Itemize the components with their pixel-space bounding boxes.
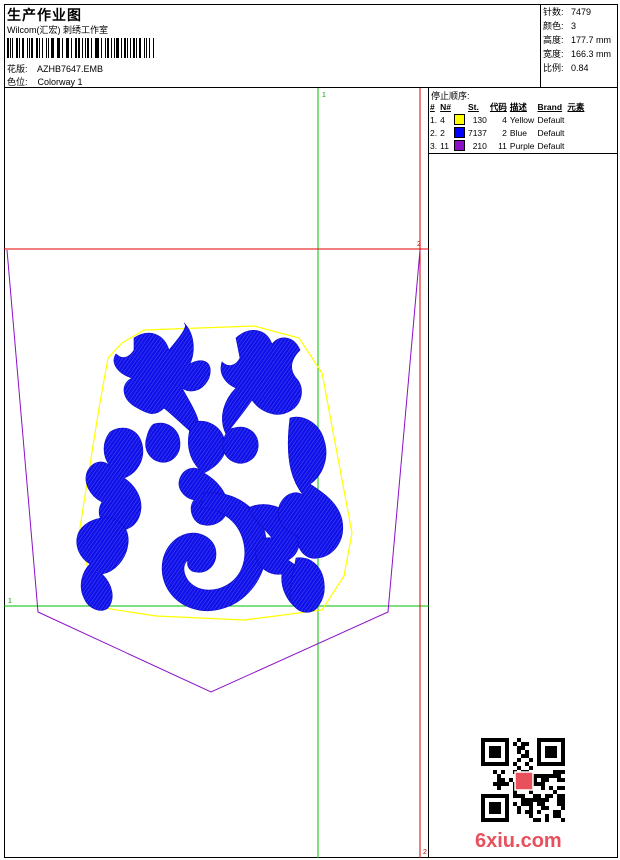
row-index: 1.	[430, 114, 438, 125]
side-panel: 停止顺序: # N# St. 代码 描述 Brand 元素 1. 4 130 4 Yel…	[429, 88, 618, 858]
stop-sequence-header: # N# St. 代码 描述 Brand 元素	[430, 100, 587, 113]
guide-v-label: 1	[322, 92, 326, 99]
row-stitches: 7137	[467, 127, 487, 138]
stop-sequence-box: 停止顺序: # N# St. 代码 描述 Brand 元素 1. 4 130 4 Yel…	[429, 88, 618, 154]
design-canvas[interactable]: 1 1 2 2	[4, 88, 429, 858]
qr-code-icon	[481, 738, 565, 822]
guide-bottom-label: 2	[423, 849, 427, 856]
color-swatch	[453, 139, 468, 152]
stat-colors: 颜色: 3	[543, 21, 577, 31]
col-stitches: St.	[467, 101, 479, 112]
row-needle: 4	[440, 114, 445, 125]
stop-sequence-row: 3. 11 210 11 Purple Default	[430, 139, 587, 152]
stat-scale: 比例: 0.84	[543, 63, 589, 73]
row-stitches: 130	[472, 114, 487, 125]
col-code: 代码	[489, 101, 507, 112]
col-description: 描述	[509, 101, 527, 112]
row-code: 2	[502, 127, 507, 138]
header-panel: 生产作业图 Wilcom(汇宏) 刺绣工作室 花版: AZHB7647.EMB …	[4, 4, 540, 88]
col-needle: N#	[440, 101, 451, 112]
row-index: 3.	[430, 140, 438, 151]
color-swatch	[453, 113, 468, 126]
design-file-row: 花版: AZHB7647.EMB	[7, 62, 103, 75]
site-watermark: 6xiu.com	[475, 830, 562, 852]
design-file-name: AZHB7647.EMB	[37, 64, 104, 74]
design-preview: 1 1 2 2	[4, 88, 429, 858]
row-needle: 2	[440, 127, 445, 138]
colorway-value: Colorway 1	[37, 77, 83, 87]
row-brand: Default	[537, 127, 565, 138]
color-swatch-icon	[453, 127, 465, 139]
col-index: #	[430, 101, 435, 112]
barcode-image	[7, 38, 155, 58]
row-brand: Default	[537, 114, 565, 125]
row-description: Purple	[509, 140, 535, 151]
embroidery-motif	[76, 322, 344, 613]
color-swatch-icon	[453, 114, 465, 126]
stats-panel: 针数: 7479 颜色: 3 高度: 177.7 mm 宽度: 166.3 mm 比例:…	[540, 4, 618, 88]
design-label: 花版:	[7, 64, 28, 74]
studio-name: Wilcom(汇宏) 刺绣工作室	[7, 25, 108, 35]
col-element: 元素	[567, 101, 585, 112]
col-brand: Brand	[537, 101, 563, 112]
stop-sequence-table: # N# St. 代码 描述 Brand 元素 1. 4 130 4 Yellow Def…	[430, 100, 587, 152]
colorway-row: 色位: Colorway 1	[7, 75, 83, 88]
colorway-label: 色位:	[7, 77, 28, 87]
stop-sequence-row: 2. 2 7137 2 Blue Default	[430, 126, 587, 139]
row-code: 11	[498, 140, 507, 151]
guide-top-label: 2	[417, 241, 421, 248]
row-brand: Default	[537, 140, 565, 151]
row-stitches: 210	[472, 140, 487, 151]
row-code: 4	[502, 114, 507, 125]
row-description: Blue	[509, 127, 527, 138]
stat-width: 宽度: 166.3 mm	[543, 49, 612, 59]
row-description: Yellow	[509, 114, 535, 125]
row-index: 2.	[430, 127, 438, 138]
pocket-outline	[6, 249, 421, 693]
page-title: 生产作业图	[7, 7, 82, 23]
color-swatch	[453, 126, 468, 139]
stat-stitches: 针数: 7479	[543, 7, 592, 17]
row-needle: 11	[440, 140, 449, 151]
color-swatch-icon	[453, 140, 465, 152]
stop-sequence-row: 1. 4 130 4 Yellow Default	[430, 113, 587, 126]
guide-h-label: 1	[8, 598, 12, 605]
stat-height: 高度: 177.7 mm	[543, 35, 612, 45]
